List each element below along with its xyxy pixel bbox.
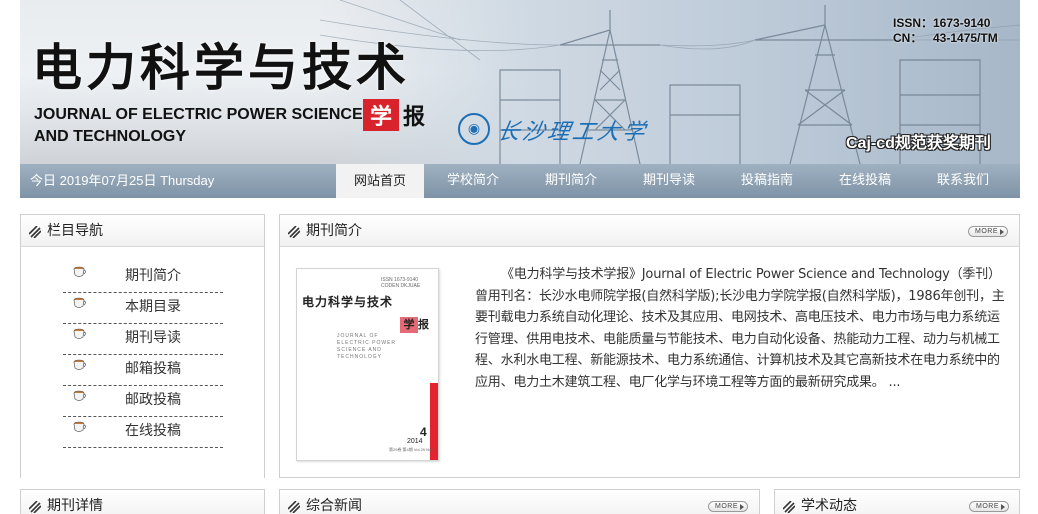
journal-title-en-line1: JOURNAL OF ELECTRIC POWER SCIENCE	[34, 106, 363, 123]
nav-journal-intro[interactable]: 期刊简介	[522, 164, 620, 198]
sidebar-item-label: 本期目录	[125, 299, 181, 315]
sidebar-nav-header: 栏目导航	[21, 215, 264, 247]
cover-issn: ISSN 1673-9140 CODEN DKJUAE	[381, 277, 420, 289]
sidebar-item-label: 邮政投稿	[125, 392, 181, 408]
journal-title-en-line2: AND TECHNOLOGY	[34, 128, 186, 145]
nav-school-intro[interactable]: 学校简介	[424, 164, 522, 198]
coffee-cup-icon	[73, 390, 86, 401]
issn-label: ISSN：	[893, 16, 934, 30]
journal-detail-header: 期刊详情	[21, 490, 264, 514]
nav-home[interactable]: 网站首页	[336, 164, 424, 198]
news-title: 综合新闻	[306, 498, 362, 514]
journal-detail-panel: 期刊详情	[20, 489, 265, 514]
journal-intro-header: 期刊简介 MORE	[280, 215, 1019, 247]
academic-title: 学术动态	[801, 498, 857, 514]
current-date: 今日 2019年07月25日 Thursday	[30, 173, 215, 188]
journal-cover-image[interactable]: ISSN 1673-9140 CODEN DKJUAE 电力科学与技术 学 报 …	[296, 268, 439, 461]
news-panel: 综合新闻 MORE	[279, 489, 760, 514]
coffee-cup-icon	[73, 266, 86, 277]
journal-xuebao: 学 报	[363, 99, 425, 131]
sidebar-item-label: 期刊简介	[125, 268, 181, 284]
stripes-icon	[783, 501, 795, 513]
cover-bao: 报	[418, 318, 429, 331]
cover-title: 电力科学与技术	[302, 295, 394, 309]
sidebar-item-journal-intro[interactable]: 期刊简介	[63, 262, 223, 293]
cover-xue: 学	[400, 317, 418, 333]
journal-title-en: JOURNAL OF ELECTRIC POWER SCIENCE AND TE…	[34, 104, 363, 148]
cn-value: 43-1475/TM	[933, 31, 998, 45]
sidebar-item-journal-guide[interactable]: 期刊导读	[63, 324, 223, 355]
sidebar-item-current-issue[interactable]: 本期目录	[63, 293, 223, 324]
more-label: MORE	[975, 228, 998, 235]
sidebar-nav-list: 期刊简介 本期目录 期刊导读 邮箱投稿 邮政投稿 在线投稿	[63, 262, 223, 448]
sidebar-nav-title: 栏目导航	[47, 223, 103, 239]
sidebar-item-postal-submission[interactable]: 邮政投稿	[63, 386, 223, 417]
academic-header: 学术动态 MORE	[775, 490, 1019, 514]
more-label: MORE	[715, 503, 738, 510]
coffee-cup-icon	[73, 297, 86, 308]
nav-contact-us[interactable]: 联系我们	[914, 164, 1012, 198]
intro-more-button[interactable]: MORE	[968, 226, 1008, 237]
nav-journal-guide[interactable]: 期刊导读	[620, 164, 718, 198]
journal-intro-panel: 期刊简介 MORE ISSN 1673-9140 CODEN DKJUAE 电力…	[279, 214, 1020, 478]
coffee-cup-icon	[73, 328, 86, 339]
main-nav: 今日 2019年07月25日 Thursday 网站首页 学校简介 期刊简介 期…	[20, 164, 1020, 198]
sidebar-item-label: 期刊导读	[125, 330, 181, 346]
bao-char: 报	[403, 105, 426, 130]
arrow-right-icon	[1001, 504, 1005, 510]
award-text: Caj-cd规范获奖期刊	[846, 135, 991, 152]
sidebar-item-label: 邮箱投稿	[125, 361, 181, 377]
xue-char: 学	[363, 99, 399, 131]
issn-info: ISSN： 1673-9140 CN： 43-1475/TM	[893, 16, 998, 46]
academic-panel: 学术动态 MORE	[774, 489, 1020, 514]
journal-title-cn: 电力科学与技术	[32, 39, 410, 97]
sidebar-nav-panel: 栏目导航 期刊简介 本期目录 期刊导读 邮箱投稿 邮政投稿 在线投稿	[20, 214, 265, 478]
issn-value: 1673-9140	[933, 16, 991, 30]
header-banner: 电力科学与技术 JOURNAL OF ELECTRIC POWER SCIENC…	[20, 0, 1020, 164]
journal-detail-title: 期刊详情	[47, 498, 103, 514]
stripes-icon	[29, 501, 41, 513]
arrow-right-icon	[1000, 229, 1004, 235]
news-header: 综合新闻 MORE	[280, 490, 759, 514]
nav-submission-guide[interactable]: 投稿指南	[718, 164, 816, 198]
university-emblem-icon: ◉	[458, 113, 490, 145]
academic-more-button[interactable]: MORE	[969, 501, 1009, 512]
journal-intro-text: 《电力科学与技术学报》Journal of Electric Power Sci…	[475, 267, 1005, 390]
nav-menu: 网站首页 学校简介 期刊简介 期刊导读 投稿指南 在线投稿 联系我们	[336, 164, 1012, 198]
stripes-icon	[288, 226, 300, 238]
coffee-cup-icon	[73, 359, 86, 370]
arrow-right-icon	[740, 504, 744, 510]
nav-online-submission[interactable]: 在线投稿	[816, 164, 914, 198]
cover-issue-number: 4	[420, 425, 427, 439]
university-name: 长沙理工大学	[495, 120, 650, 145]
cover-en-title: JOURNAL OF ELECTRIC POWER SCIENCE AND TE…	[337, 333, 397, 360]
more-label: MORE	[976, 503, 999, 510]
stripes-icon	[29, 226, 41, 238]
sidebar-item-email-submission[interactable]: 邮箱投稿	[63, 355, 223, 386]
journal-intro-title: 期刊简介	[306, 223, 362, 239]
stripes-icon	[288, 501, 300, 513]
news-more-button[interactable]: MORE	[708, 501, 748, 512]
cover-year: 2014	[407, 438, 423, 445]
sidebar-item-label: 在线投稿	[125, 423, 181, 439]
sidebar-item-online-submission[interactable]: 在线投稿	[63, 417, 223, 448]
coffee-cup-icon	[73, 421, 86, 432]
cover-coden-line: CODEN DKJUAE	[381, 283, 421, 289]
cover-volume: 第29卷 第4期 Vol.29 No.4	[389, 447, 435, 452]
cn-label: CN：	[893, 31, 923, 45]
